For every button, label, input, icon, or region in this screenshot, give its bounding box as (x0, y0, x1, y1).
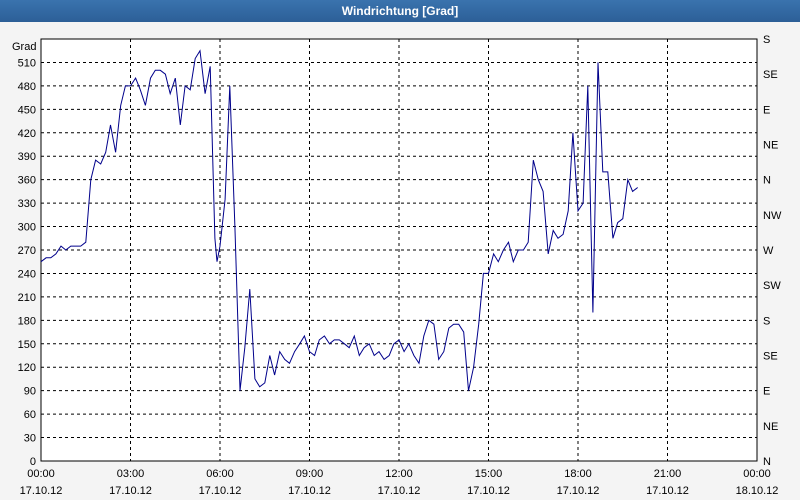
compass-tick-label: NE (763, 140, 778, 152)
x-tick-time: 12:00 (385, 468, 413, 480)
y-tick-label: 360 (18, 175, 36, 187)
y-tick-label: 0 (30, 456, 36, 468)
y-tick-label: 180 (18, 315, 36, 327)
x-tick-time: 00:00 (27, 468, 55, 480)
x-tick-date: 17.10.12 (557, 485, 600, 497)
x-tick-time: 15:00 (475, 468, 503, 480)
x-tick-date: 17.10.12 (199, 485, 242, 497)
x-tick-time: 09:00 (296, 468, 324, 480)
y-tick-label: 150 (18, 339, 36, 351)
compass-tick-label: N (763, 456, 771, 468)
y-tick-label: 390 (18, 151, 36, 163)
compass-tick-label: W (763, 245, 774, 257)
x-tick-time: 00:00 (743, 468, 771, 480)
x-tick-time: 03:00 (117, 468, 145, 480)
y-tick-label: 120 (18, 362, 36, 374)
y-axis-ticks: 0 30 60 90 120 150 180 210 240 270 300 330 360 390 420… (18, 57, 36, 468)
y-tick-label: 210 (18, 292, 36, 304)
y-tick-label: 240 (18, 268, 36, 280)
y-tick-label: 30 (24, 433, 36, 445)
compass-tick-label: SE (763, 69, 778, 81)
y-tick-label: 90 (24, 386, 36, 398)
compass-tick-label: N (763, 175, 771, 187)
y-tick-label: 270 (18, 245, 36, 257)
compass-tick-label: E (763, 104, 770, 116)
y-tick-label: 330 (18, 198, 36, 210)
y-tick-label: 300 (18, 222, 36, 234)
x-tick-date: 17.10.12 (467, 485, 510, 497)
compass-tick-label: NW (763, 210, 782, 222)
compass-tick-label: E (763, 386, 770, 398)
x-tick-date: 17.10.12 (646, 485, 689, 497)
x-tick-time: 21:00 (654, 468, 682, 480)
x-tick-date: 18.10.12 (736, 485, 779, 497)
x-tick-time: 18:00 (564, 468, 592, 480)
x-tick-date: 17.10.12 (288, 485, 331, 497)
y-tick-label: 510 (18, 57, 36, 69)
x-tick-date: 17.10.12 (109, 485, 152, 497)
y-tick-label: 450 (18, 104, 36, 116)
y-tick-label: 60 (24, 409, 36, 421)
compass-tick-label: NE (763, 421, 778, 433)
compass-tick-label: SE (763, 351, 778, 363)
y-axis-label: Grad (12, 41, 36, 53)
x-tick-date: 17.10.12 (20, 485, 63, 497)
compass-tick-label: SW (763, 280, 781, 292)
x-axis-ticks: 00:00 17.10.12 03:00 17.10.12 06:00 17.10.12 0… (20, 468, 779, 497)
wind-direction-chart: Grad 0 30 60 90 120 150 180 210 240 270 300 330 360 3… (12, 34, 782, 497)
compass-tick-label: S (763, 315, 770, 327)
compass-tick-label: S (763, 34, 770, 46)
chart-title: Windrichtung [Grad] (0, 0, 800, 22)
y-tick-label: 420 (18, 128, 36, 140)
x-tick-time: 06:00 (206, 468, 234, 480)
y-tick-label: 480 (18, 81, 36, 93)
right-axis-ticks: N NE E SE S SW W NW N NE E SE S (763, 34, 782, 468)
x-tick-date: 17.10.12 (378, 485, 421, 497)
